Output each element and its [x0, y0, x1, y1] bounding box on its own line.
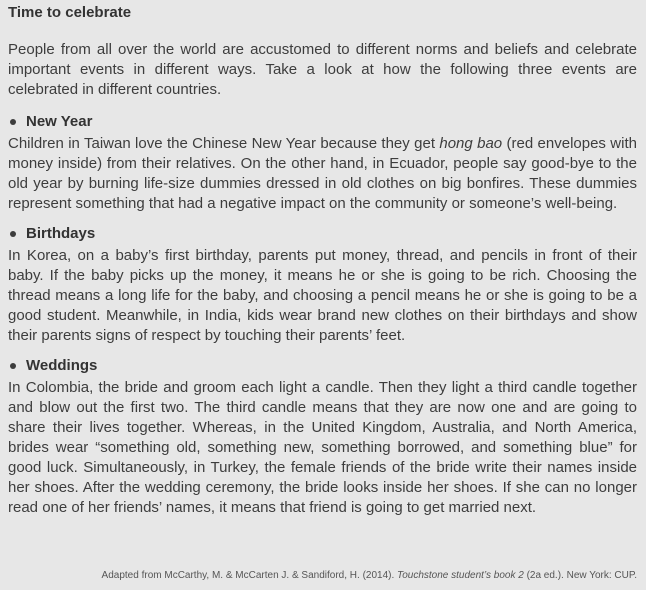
- section-heading-label: Birthdays: [26, 225, 96, 242]
- section-body-new-year: Children in Taiwan love the Chinese New …: [8, 134, 637, 214]
- section-heading-birthdays: Birthdays: [8, 225, 637, 243]
- italic-term: hong bao: [439, 135, 503, 152]
- section-birthdays: Birthdays In Korea, on a baby’s first bi…: [8, 225, 637, 346]
- bullet-icon: [10, 231, 16, 237]
- source-citation: Adapted from McCarthy, M. & McCarten J. …: [102, 570, 637, 582]
- section-body-birthdays: In Korea, on a baby’s first birthday, pa…: [8, 247, 637, 344]
- citation-suffix: (2a ed.). New York: CUP.: [523, 570, 637, 581]
- citation-book-title: Touchstone student’s book 2: [397, 570, 524, 581]
- body-text: Children in Taiwan love the Chinese New …: [8, 135, 440, 152]
- section-heading-weddings: Weddings: [8, 357, 637, 375]
- section-heading-new-year: New Year: [8, 113, 637, 131]
- passage-title: Time to celebrate: [8, 4, 132, 21]
- bullet-icon: [10, 363, 16, 369]
- section-heading-label: New Year: [26, 113, 93, 130]
- intro-paragraph: People from all over the world are accus…: [8, 41, 637, 98]
- section-body-weddings: In Colombia, the bride and groom each li…: [8, 379, 637, 516]
- section-new-year: New Year Children in Taiwan love the Chi…: [8, 113, 637, 214]
- reading-passage: Time to celebrate People from all over t…: [0, 0, 646, 590]
- section-heading-label: Weddings: [26, 357, 98, 374]
- citation-prefix: Adapted from McCarthy, M. & McCarten J. …: [101, 570, 398, 581]
- bullet-icon: [10, 119, 16, 125]
- section-weddings: Weddings In Colombia, the bride and groo…: [8, 357, 637, 518]
